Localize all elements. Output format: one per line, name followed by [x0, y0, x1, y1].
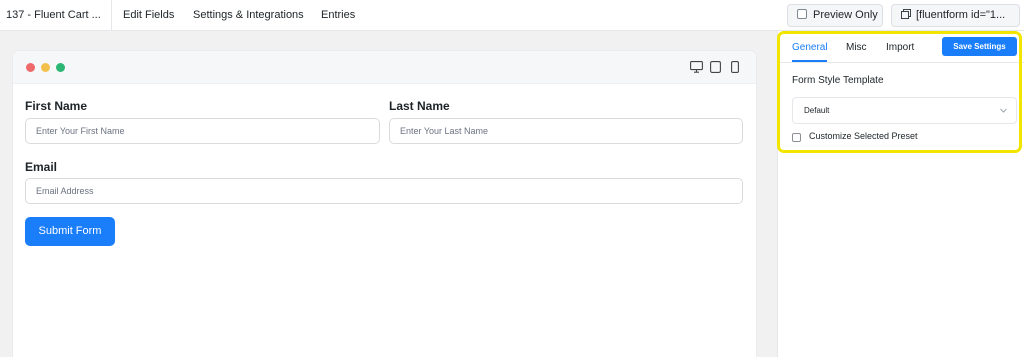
last-name-input[interactable]: Enter Your Last Name	[389, 118, 743, 144]
mobile-icon[interactable]	[731, 61, 739, 73]
copy-icon	[901, 9, 911, 19]
email-label: Email	[25, 160, 58, 174]
preview-only-button[interactable]: Preview Only	[787, 4, 883, 27]
desktop-icon[interactable]	[690, 61, 703, 73]
window-dot-green	[56, 63, 65, 72]
window-dot-yellow	[41, 63, 50, 72]
shortcode-copy-button[interactable]: [fluentform id="1...	[891, 4, 1020, 27]
submit-form-button[interactable]: Submit Form	[25, 217, 115, 246]
highlight-outline	[777, 31, 1022, 153]
first-name-input[interactable]: Enter Your First Name	[25, 118, 380, 144]
preview-only-label: Preview Only	[813, 9, 878, 21]
browser-bar	[13, 51, 756, 84]
divider	[111, 0, 112, 31]
email-input[interactable]: Email Address	[25, 178, 743, 204]
tablet-icon[interactable]	[710, 61, 721, 73]
preview-only-checkbox[interactable]	[797, 9, 807, 19]
form-preview: First Name Enter Your First Name Last Na…	[13, 51, 756, 357]
tab-edit-fields[interactable]: Edit Fields	[123, 0, 174, 31]
window-dot-red	[26, 63, 35, 72]
first-name-label: First Name	[25, 99, 88, 113]
shortcode-text: [fluentform id="1...	[916, 9, 1006, 21]
top-bar: 137 - Fluent Cart ... Edit Fields Settin…	[0, 0, 1024, 31]
last-name-label: Last Name	[389, 99, 450, 113]
form-title[interactable]: 137 - Fluent Cart ...	[6, 0, 111, 31]
tab-entries[interactable]: Entries	[321, 0, 355, 31]
tab-settings-integrations[interactable]: Settings & Integrations	[193, 0, 304, 31]
